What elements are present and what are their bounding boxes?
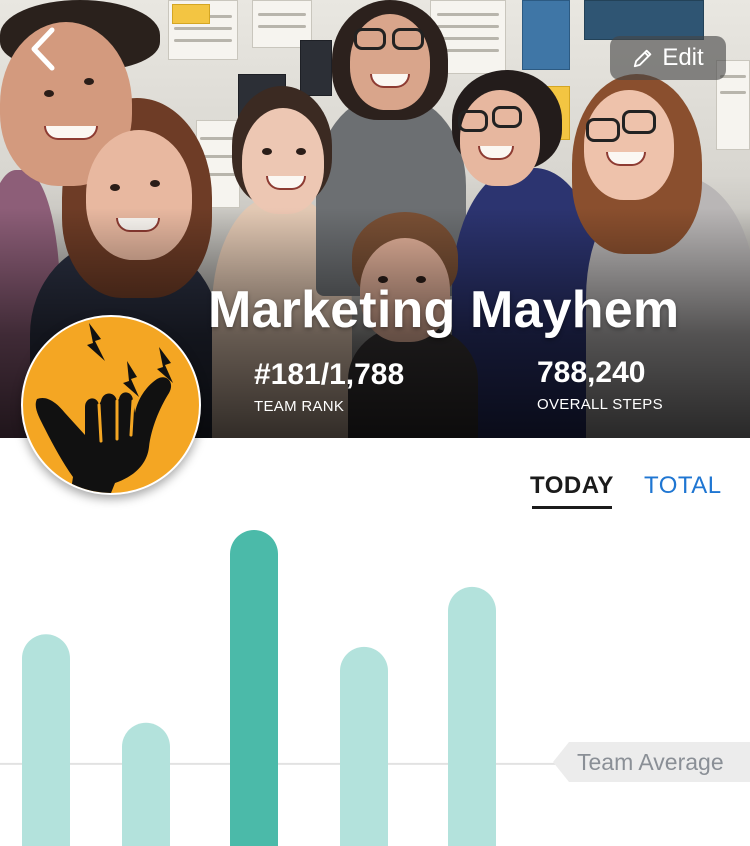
steps-bar-chart [0, 520, 750, 846]
edit-label: Edit [662, 44, 704, 71]
tab-today[interactable]: TODAY [530, 472, 614, 500]
wall-poster [172, 4, 210, 24]
team-rank-stat: #181/1,788 TEAM RANK [254, 358, 404, 415]
person-smile [44, 126, 98, 140]
person-eye [44, 90, 54, 97]
tab-total[interactable]: TOTAL [644, 472, 722, 500]
team-average-marker: Team Average [553, 742, 750, 782]
person-glasses [622, 110, 656, 134]
team-rank-label: TEAM RANK [254, 398, 345, 415]
person-eye [84, 78, 94, 85]
person-glasses [354, 28, 386, 50]
person-face [460, 90, 540, 186]
chart-bar[interactable] [448, 586, 496, 846]
team-badge-avatar [21, 315, 201, 495]
chart-bar-highlighted[interactable] [230, 530, 278, 846]
person-glasses [492, 106, 522, 128]
wall-poster [300, 40, 332, 96]
wall-poster [584, 0, 704, 40]
person-face [584, 90, 674, 200]
overall-steps-label: OVERALL STEPS [537, 396, 663, 413]
person-glasses [392, 28, 424, 50]
chevron-left-icon [31, 27, 55, 71]
team-rank-value: #181/1,788 [254, 358, 405, 391]
team-average-label: Team Average [577, 748, 724, 775]
person-eye [110, 184, 120, 191]
shaka-hand-lightning-icon [35, 323, 173, 493]
person-glasses [458, 110, 488, 132]
overall-steps-stat: 788,240 OVERALL STEPS [537, 356, 663, 413]
edit-team-button[interactable]: Edit [610, 36, 726, 80]
person-eye [150, 180, 160, 187]
team-name-title: Marketing Mayhem [208, 281, 680, 339]
chart-canvas [0, 530, 750, 846]
wall-poster [522, 0, 570, 70]
person-eye [262, 148, 272, 155]
person-glasses [586, 118, 620, 142]
back-button[interactable] [22, 24, 66, 74]
person-eye [296, 148, 306, 155]
person-face [242, 108, 324, 214]
chart-bar[interactable] [22, 634, 70, 846]
overall-steps-value: 788,240 [537, 356, 646, 389]
chart-bar[interactable] [122, 722, 170, 846]
tab-active-indicator [532, 506, 612, 509]
chart-bar[interactable] [340, 646, 388, 846]
pencil-icon [634, 49, 652, 68]
